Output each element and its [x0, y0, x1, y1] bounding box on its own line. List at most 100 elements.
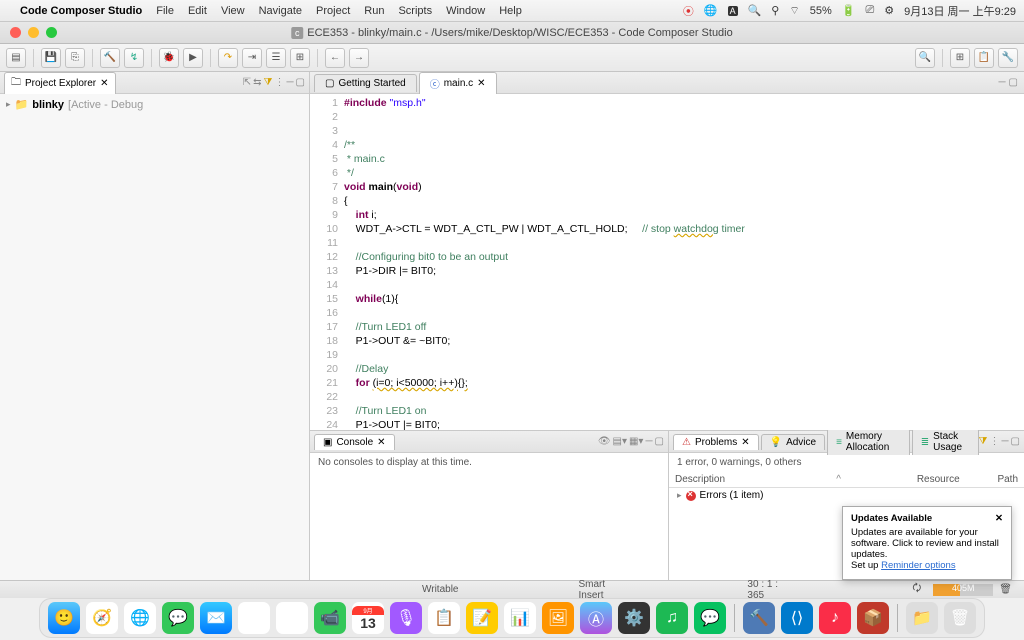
link-editor-icon[interactable]: ⇆ [253, 77, 261, 88]
dock-maps[interactable]: 🗺 [238, 602, 270, 634]
dock-podcasts[interactable]: 🎙 [390, 602, 422, 634]
minimize-icon[interactable]: ─ [998, 77, 1005, 88]
filter-icon[interactable]: ⧩ [979, 436, 988, 447]
run-button[interactable]: ▶ [183, 48, 203, 68]
flash-button[interactable]: ↯ [124, 48, 144, 68]
close-icon[interactable]: ✕ [377, 437, 385, 448]
heap-gc-icon[interactable]: 🗘 [912, 581, 921, 598]
ccs-perspective-button[interactable]: 📋 [974, 48, 994, 68]
dock-settings[interactable]: ⚙️ [618, 602, 650, 634]
dock-vscode[interactable]: ⟨⟩ [781, 602, 813, 634]
dock-finder[interactable]: 🙂 [48, 602, 80, 634]
collapse-all-icon[interactable]: ⇱ [243, 77, 251, 88]
dock-stocks[interactable]: 📊 [504, 602, 536, 634]
tab-main-c[interactable]: ⓒ main.c ✕ [419, 72, 497, 94]
spotlight-icon[interactable]: 🔍 [748, 4, 762, 17]
dock-calendar[interactable]: 9月13 [352, 602, 384, 634]
dock-messages[interactable]: 💬 [162, 602, 194, 634]
step-button[interactable]: ↷ [218, 48, 238, 68]
back-button[interactable]: ← [325, 48, 345, 68]
menu-project[interactable]: Project [316, 5, 350, 17]
dock-notes[interactable]: 📝 [466, 602, 498, 634]
window-minimize-button[interactable] [28, 27, 39, 38]
dock-ccs[interactable]: 📦 [857, 602, 889, 634]
dock-music[interactable]: ♪ [819, 602, 851, 634]
window-zoom-button[interactable] [46, 27, 57, 38]
tab-getting-started[interactable]: ▢ Getting Started [314, 74, 417, 92]
dock-reminders[interactable]: 📋 [428, 602, 460, 634]
status-record-icon[interactable]: ⦿ [683, 3, 694, 19]
menubar-app-name[interactable]: Code Composer Studio [20, 5, 142, 17]
dock-wechat[interactable]: 💬 [694, 602, 726, 634]
project-tree-item[interactable]: ▸ 📁 blinky [Active - Debug [6, 98, 303, 111]
minimize-icon[interactable]: ─ [1001, 436, 1008, 447]
dock-safari[interactable]: 🧭 [86, 602, 118, 634]
menu-scripts[interactable]: Scripts [398, 5, 432, 17]
maximize-icon[interactable]: ▢ [1011, 436, 1020, 447]
window-close-button[interactable] [10, 27, 21, 38]
problems-error-group[interactable]: ▸ Errors (1 item) [669, 488, 1024, 503]
control-center-icon[interactable]: ⚙ [884, 4, 894, 17]
forward-button[interactable]: → [349, 48, 369, 68]
code-editor[interactable]: 1#include "msp.h"234/**5 * main.c6 */7vo… [310, 94, 1024, 430]
minimize-icon[interactable]: ─ [645, 436, 652, 447]
grid-button[interactable]: ⊞ [290, 48, 310, 68]
save-all-button[interactable]: ⎘ [65, 48, 85, 68]
dock-photos[interactable]: 🏞 [276, 602, 308, 634]
expand-arrow-icon[interactable]: ▸ [6, 99, 11, 110]
open-perspective-button[interactable]: ⊞ [950, 48, 970, 68]
new-button[interactable]: ▤ [6, 48, 26, 68]
maximize-icon[interactable]: ▢ [1009, 77, 1018, 88]
terminate-button[interactable]: ☰ [266, 48, 286, 68]
dock-spotify[interactable]: ♫ [656, 602, 688, 634]
minimize-icon[interactable]: ─ [286, 77, 293, 88]
menubar-clock[interactable]: 9月13日 周一 上午9:29 [904, 3, 1016, 19]
dock-chrome[interactable]: 🌐 [124, 602, 156, 634]
debug-perspective-button[interactable]: 🔧 [998, 48, 1018, 68]
status-globe-icon[interactable]: 🌐 [704, 4, 718, 17]
advice-tab[interactable]: 💡Advice [761, 434, 825, 450]
view-menu-icon[interactable]: ⋮ [274, 77, 284, 88]
problems-tab[interactable]: ⚠Problems✕ [673, 434, 759, 450]
dock-xcode[interactable]: 🔨 [743, 602, 775, 634]
pin-icon[interactable]: 👁 [598, 436, 611, 447]
menu-view[interactable]: View [221, 5, 245, 17]
status-input-icon[interactable]: A [728, 6, 738, 16]
open-console-icon[interactable]: ▦▾ [629, 436, 643, 447]
close-icon[interactable]: ✕ [477, 78, 485, 89]
display-console-icon[interactable]: ▤▾ [613, 436, 627, 447]
popup-reminder-link[interactable]: Reminder options [881, 560, 955, 571]
maximize-icon[interactable]: ▢ [296, 77, 305, 88]
search-button[interactable]: 🔍 [915, 48, 935, 68]
status-heap[interactable]: 🗘 405M 🗑 [912, 581, 1012, 598]
filter-icon[interactable]: ⧩ [264, 77, 273, 88]
menu-window[interactable]: Window [446, 5, 485, 17]
dock-appstore[interactable]: Ⓐ [580, 602, 612, 634]
stack-tab[interactable]: ≣Stack Usage [912, 428, 979, 455]
memory-tab[interactable]: ≡Memory Allocation [827, 428, 910, 455]
bluetooth-icon[interactable]: ⚲ [771, 4, 779, 17]
project-explorer-tab[interactable]: 🗀 Project Explorer ✕ [4, 72, 116, 94]
save-button[interactable]: 💾 [41, 48, 61, 68]
dock-downloads[interactable]: 📁 [906, 602, 938, 634]
menu-navigate[interactable]: Navigate [259, 5, 302, 17]
debug-button[interactable]: 🐞 [159, 48, 179, 68]
dock-preview[interactable]: 🖼 [542, 602, 574, 634]
dock-facetime[interactable]: 📹 [314, 602, 346, 634]
resume-button[interactable]: ⇥ [242, 48, 262, 68]
console-tab[interactable]: ▣ Console ✕ [314, 434, 395, 450]
close-icon[interactable]: ✕ [100, 78, 108, 89]
dock-trash[interactable]: 🗑 [944, 602, 976, 634]
wifi-icon[interactable]: ⌔ [789, 4, 799, 18]
dock-mail[interactable]: ✉️ [200, 602, 232, 634]
maximize-icon[interactable]: ▢ [655, 436, 664, 447]
view-menu-icon[interactable]: ⋮ [989, 436, 999, 447]
menu-file[interactable]: File [156, 5, 174, 17]
menu-help[interactable]: Help [499, 5, 522, 17]
expand-arrow-icon[interactable]: ▸ [677, 490, 682, 501]
display-icon[interactable]: ⎚ [865, 4, 874, 17]
trash-icon[interactable]: 🗑 [999, 584, 1012, 595]
menu-edit[interactable]: Edit [188, 5, 207, 17]
popup-close-button[interactable]: ✕ [995, 513, 1003, 524]
build-button[interactable]: 🔨 [100, 48, 120, 68]
